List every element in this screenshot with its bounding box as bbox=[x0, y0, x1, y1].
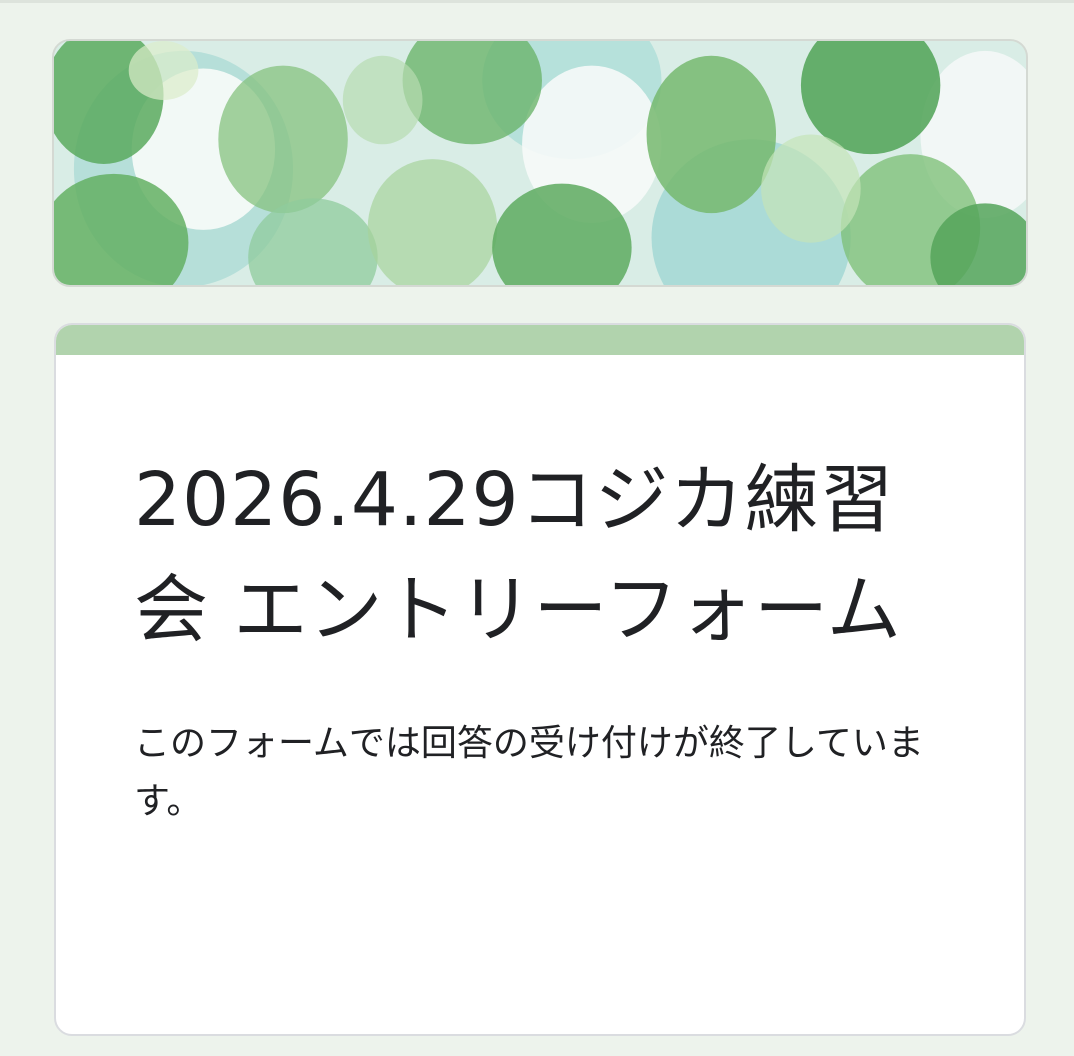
card-body: 2026.4.29コジカ練習会 エントリーフォーム このフォームでは回答の受け付… bbox=[56, 355, 1024, 831]
form-info-card: 2026.4.29コジカ練習会 エントリーフォーム このフォームでは回答の受け付… bbox=[54, 323, 1026, 1036]
form-closed-message: このフォームでは回答の受け付けが終了しています。 bbox=[134, 723, 924, 822]
header-image bbox=[52, 39, 1028, 287]
card-accent-bar bbox=[56, 325, 1024, 355]
balloon-pattern-icon bbox=[54, 41, 1026, 285]
top-divider bbox=[0, 0, 1074, 3]
form-title: 2026.4.29コジカ練習会 エントリーフォーム bbox=[134, 457, 902, 653]
